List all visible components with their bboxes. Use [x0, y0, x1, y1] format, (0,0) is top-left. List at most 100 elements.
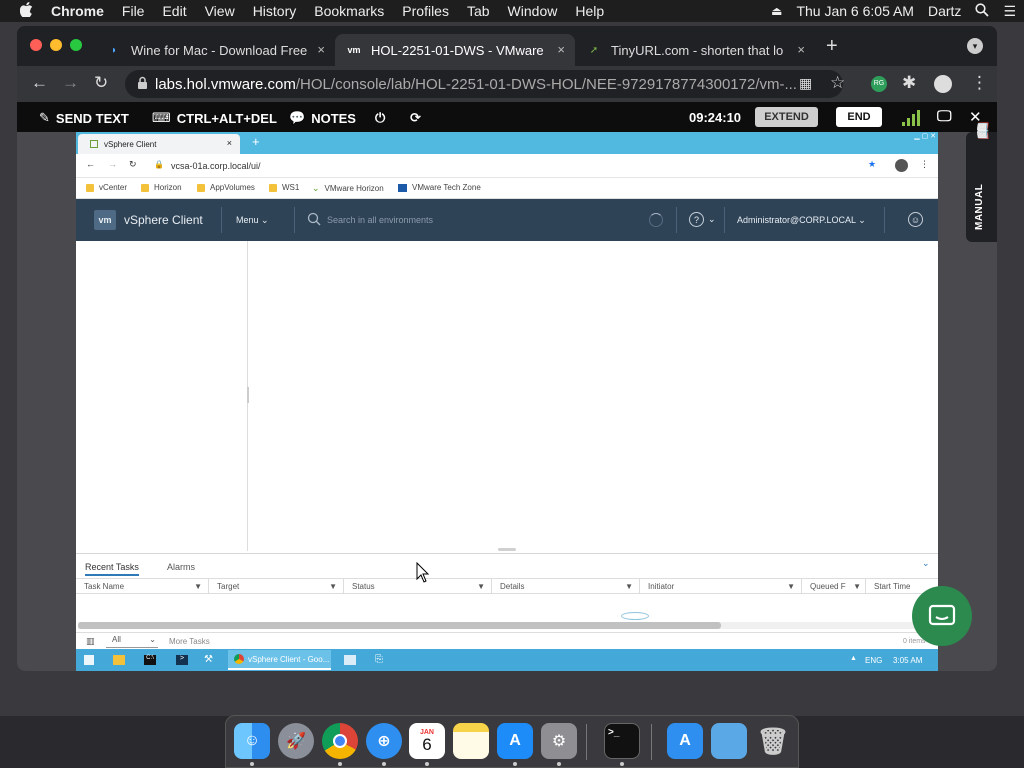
apple-menu-icon[interactable]	[19, 1, 33, 21]
close-tab-icon[interactable]: ×	[317, 42, 325, 57]
powershell-icon[interactable]: >	[176, 655, 188, 665]
horizontal-scrollbar[interactable]	[78, 622, 936, 629]
column-queued-for[interactable]: Queued F ▼	[802, 578, 866, 594]
extend-button[interactable]: EXTEND	[755, 107, 818, 127]
menu-profiles[interactable]: Profiles	[402, 3, 449, 19]
chrome-icon[interactable]	[322, 723, 358, 759]
filter-icon[interactable]: ▼	[477, 582, 485, 591]
column-toggle-icon[interactable]: ▥	[86, 636, 95, 647]
remote-desktop-icon[interactable]: ⎘	[375, 654, 383, 665]
finder-icon[interactable]: ☺	[234, 723, 270, 759]
vm-url[interactable]: vcsa-01a.corp.local/ui/	[171, 161, 261, 171]
column-details[interactable]: Details ▼	[492, 578, 640, 594]
filter-select[interactable]: All ⌄	[106, 635, 158, 648]
reload-icon[interactable]: ↻	[94, 73, 108, 93]
back-arrow-icon[interactable]: ←	[86, 159, 95, 169]
menu-file[interactable]: File	[122, 3, 145, 19]
column-initiator[interactable]: Initiator ▼	[640, 578, 802, 594]
power-icon[interactable]: ⏻	[375, 110, 385, 126]
more-tasks-link[interactable]: More Tasks	[169, 637, 210, 646]
taskbar-chrome-app[interactable]: vSphere Client - Goo...	[228, 650, 331, 670]
more-menu-icon[interactable]: ⋮	[971, 73, 988, 93]
bookmark-vmware-horizon[interactable]: ⌄ VMware Horizon	[312, 183, 384, 194]
menu-edit[interactable]: Edit	[162, 3, 186, 19]
column-task-name[interactable]: Task Name ▼	[76, 578, 209, 594]
collapse-panel-icon[interactable]: ⌄	[922, 558, 930, 569]
forward-arrow-icon[interactable]: →	[62, 73, 79, 93]
close-tab-icon[interactable]: ×	[557, 42, 565, 57]
zoom-window-button[interactable]	[70, 39, 82, 51]
extensions-puzzle-icon[interactable]: ✱	[902, 73, 916, 93]
back-arrow-icon[interactable]: ←	[31, 73, 48, 93]
spotlight-search-icon[interactable]	[975, 2, 990, 20]
window-controls-icon[interactable]: ▁ ▢ ✕	[882, 132, 936, 140]
vm-tab-vsphere[interactable]: vSphere Client ×	[78, 134, 240, 154]
minimize-window-button[interactable]	[50, 39, 62, 51]
filter-icon[interactable]: ▼	[853, 582, 861, 591]
ctrl-alt-del-button[interactable]: ⌨ CTRL+ALT+DEL	[152, 110, 277, 126]
menu-dropdown[interactable]: Menu ⌄	[236, 215, 269, 226]
monitor-icon[interactable]: 🖵	[937, 108, 951, 125]
bookmark-star-icon[interactable]: ☆	[830, 73, 845, 93]
extension-badge-icon[interactable]: RG	[871, 76, 887, 92]
send-text-button[interactable]: ✎ SEND TEXT	[39, 110, 129, 126]
file-explorer-icon[interactable]	[113, 655, 125, 665]
tab-wine[interactable]: ◗ Wine for Mac - Download Free ×	[95, 34, 335, 66]
menu-window[interactable]: Window	[508, 3, 558, 19]
search-input[interactable]: Search in all environments	[327, 215, 433, 225]
bookmark-star-icon[interactable]: ★	[868, 159, 876, 170]
scrollbar-thumb[interactable]	[78, 622, 721, 629]
forward-arrow-icon[interactable]: →	[108, 159, 117, 169]
splitter-handle[interactable]	[498, 548, 516, 551]
filter-icon[interactable]: ▼	[787, 582, 795, 591]
reload-icon[interactable]: ↻	[129, 159, 137, 170]
bookmark-horizon[interactable]: Horizon	[141, 183, 182, 192]
chat-support-button[interactable]	[912, 586, 972, 646]
tab-tinyurl[interactable]: ➚ TinyURL.com - shorten that lo ×	[575, 34, 815, 66]
bookmark-appvolumes[interactable]: AppVolumes	[197, 183, 255, 192]
vsphere-title[interactable]: vSphere Client	[124, 213, 203, 227]
user-menu[interactable]: Administrator@CORP.LOCAL ⌄	[737, 215, 866, 226]
column-target[interactable]: Target ▼	[209, 578, 344, 594]
tab-hol[interactable]: vm HOL-2251-01-DWS - VMware ×	[335, 34, 575, 66]
new-tab-button[interactable]: +	[252, 134, 260, 149]
menu-history[interactable]: History	[253, 3, 297, 19]
bookmark-vcenter[interactable]: vCenter	[86, 183, 127, 192]
tools-icon[interactable]: ⚒	[204, 654, 213, 665]
menu-tab[interactable]: Tab	[467, 3, 490, 19]
tray-up-arrow-icon[interactable]: ▲	[850, 655, 857, 662]
clock[interactable]: 3:05 AM	[893, 656, 922, 665]
address-bar[interactable]: labs.hol.vmware.com /HOL/console/lab/HOL…	[125, 70, 843, 98]
manual-panel-tab[interactable]: 📖 MANUAL	[966, 121, 997, 242]
filter-icon[interactable]: ▼	[625, 582, 633, 591]
end-button[interactable]: END	[836, 107, 882, 127]
applications-folder-icon[interactable]: A	[667, 723, 703, 759]
control-center-icon[interactable]: ☰	[1003, 3, 1016, 20]
bookmark-tech-zone[interactable]: VMware Tech Zone	[398, 183, 481, 192]
notes-button[interactable]: 💬 NOTES	[289, 110, 356, 126]
close-tab-icon[interactable]: ×	[797, 42, 805, 57]
qr-code-icon[interactable]: ▦	[799, 75, 812, 92]
close-window-button[interactable]	[30, 39, 42, 51]
tab-recent-tasks[interactable]: Recent Tasks	[85, 562, 139, 576]
language-indicator[interactable]: ENG	[865, 656, 882, 665]
smiley-feedback-icon[interactable]: ☺	[908, 212, 923, 227]
terminal-icon[interactable]: >_	[604, 723, 640, 759]
menu-view[interactable]: View	[205, 3, 235, 19]
trash-icon[interactable]: 🗑	[755, 723, 791, 759]
windows-start-icon[interactable]	[84, 655, 94, 665]
close-tab-icon[interactable]: ×	[227, 138, 232, 148]
menu-user[interactable]: Dartz	[928, 3, 961, 19]
network-manager-icon[interactable]	[344, 655, 356, 665]
menu-datetime[interactable]: Thu Jan 6 6:05 AM	[796, 3, 914, 19]
profile-avatar[interactable]	[895, 159, 908, 172]
tab-search-icon[interactable]: ▾	[967, 38, 983, 54]
documents-folder-icon[interactable]	[711, 723, 747, 759]
bookmark-ws1[interactable]: WS1	[269, 183, 299, 192]
notes-app-icon[interactable]	[453, 723, 489, 759]
new-tab-button[interactable]: +	[826, 35, 838, 58]
safari-icon[interactable]: ⊕	[366, 723, 402, 759]
vm-screen[interactable]: vSphere Client × + ▁ ▢ ✕ ← → ↻ 🔒 vcsa-01…	[76, 132, 938, 671]
eject-icon[interactable]: ⏏	[771, 4, 782, 18]
calendar-icon[interactable]: JAN 6	[409, 723, 445, 759]
